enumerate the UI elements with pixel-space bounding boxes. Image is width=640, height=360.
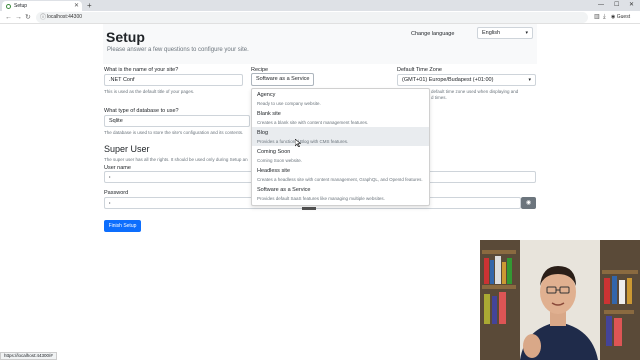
recipe-option-description: Provides a functional Blog with CMS feat… <box>257 139 349 144</box>
profile-button[interactable]: ◉ Guest <box>611 12 630 23</box>
recipe-option-name: Headless site <box>257 168 291 174</box>
superuser-help: The super user has all the rights. It sh… <box>104 157 248 162</box>
new-tab-icon[interactable]: + <box>87 0 92 11</box>
recipe-option-name: Blog <box>257 130 269 136</box>
browser-tab[interactable]: Setup ✕ <box>2 1 82 11</box>
chevron-down-icon: ▾ <box>528 77 531 83</box>
recipe-option-coming-soon[interactable]: Coming Soon Coming Soon website. <box>252 146 429 165</box>
show-password-button[interactable]: ◉ <box>521 197 536 209</box>
recipe-option-agency[interactable]: Agency Ready to use company website. <box>252 89 429 108</box>
recipe-option-saas[interactable]: Software as a Service Provides default S… <box>252 184 429 203</box>
recipe-option-description: Coming Soon website. <box>257 158 303 163</box>
language-label: Change language <box>411 31 455 37</box>
recipe-option-headless-site[interactable]: Headless site Creates a headless site wi… <box>252 165 429 184</box>
maximize-icon[interactable]: ☐ <box>614 0 619 11</box>
username-value: • <box>109 174 111 179</box>
page-title: Setup <box>106 29 145 45</box>
site-name-input[interactable]: .NET Conf <box>104 74 243 86</box>
minimize-icon[interactable]: — <box>598 0 604 11</box>
recipe-option-name: Blank site <box>257 111 281 117</box>
browser-toolbar: ← → ↻ localhost:44300 ⓘ ▥ ⤓ ◉ Guest <box>0 11 640 24</box>
address-bar[interactable]: localhost:44300 <box>36 12 588 23</box>
favicon-icon <box>6 4 11 9</box>
page-subtitle: Please answer a few questions to configu… <box>107 47 249 53</box>
recipe-option-name: Coming Soon <box>257 149 291 155</box>
database-label: What type of database to use? <box>104 108 179 114</box>
recipe-option-name: Software as a Service <box>257 187 311 193</box>
recipe-dropdown-button[interactable]: Software as a Service ▾ <box>251 73 314 93</box>
database-select[interactable]: Sqlite <box>104 115 250 127</box>
site-name-label: What is the name of your site? <box>104 67 179 73</box>
mouse-cursor-icon <box>295 139 301 147</box>
tab-title: Setup <box>14 3 28 9</box>
window-close-icon[interactable]: ✕ <box>629 0 634 11</box>
setup-header: Setup Please answer a few questions to c… <box>103 24 537 64</box>
browser-tab-strip: Setup ✕ + — ☐ ✕ <box>0 0 640 11</box>
password-value: • <box>109 200 111 205</box>
site-info-icon[interactable]: ⓘ <box>40 12 46 21</box>
recipe-option-description: Creates a headless site with content man… <box>257 177 423 182</box>
recipe-option-description: Provides default SaaS features like mana… <box>257 196 385 201</box>
database-help: The database is used to store the site's… <box>104 130 244 135</box>
sidebar-icon[interactable]: ▥ <box>594 12 600 23</box>
recipe-option-blog[interactable]: Blog Provides a functional Blog with CMS… <box>252 127 429 146</box>
recipe-value: Software as a Service <box>256 76 310 82</box>
timezone-help-cont: d times. <box>431 95 447 100</box>
recipe-dropdown-menu: Agency Ready to use company website. Bla… <box>251 88 430 206</box>
recipe-option-description: Creates a blank site with content manage… <box>257 120 369 125</box>
site-name-help: This is used as the default title of you… <box>104 89 195 94</box>
timezone-help: default time zone used when displaying a… <box>431 89 519 94</box>
url-text: localhost:44300 <box>47 14 83 20</box>
language-select[interactable]: English ▾ <box>477 27 533 39</box>
back-icon[interactable]: ← <box>5 12 12 23</box>
password-label: Password <box>104 190 129 196</box>
profile-avatar-icon: ◉ <box>611 14 616 20</box>
timezone-select[interactable]: (GMT+01) Europe/Budapest (+01:00) ▾ <box>397 74 536 86</box>
timezone-value: (GMT+01) Europe/Budapest (+01:00) <box>402 77 494 83</box>
finish-setup-button[interactable]: Finish Setup <box>104 220 141 232</box>
status-bar-url: https://localhost:44300/# <box>0 352 57 360</box>
eye-icon: ◉ <box>525 200 532 206</box>
superuser-title: Super User <box>104 144 150 154</box>
presenter-video <box>480 240 640 360</box>
site-name-value: .NET Conf <box>109 77 135 83</box>
forward-icon[interactable]: → <box>15 12 22 23</box>
profile-label: Guest <box>616 14 631 20</box>
database-value: Sqlite <box>109 118 123 124</box>
scroll-thumb[interactable] <box>302 207 316 210</box>
recipe-option-name: Agency <box>257 92 276 98</box>
reload-icon[interactable]: ↻ <box>25 12 31 23</box>
recipe-option-description: Ready to use company website. <box>257 101 321 106</box>
close-tab-icon[interactable]: ✕ <box>74 1 79 11</box>
recipe-option-blank-site[interactable]: Blank site Creates a blank site with con… <box>252 108 429 127</box>
webcam-overlay <box>480 240 640 360</box>
timezone-label: Default Time Zone <box>397 67 442 73</box>
download-icon[interactable]: ⤓ <box>603 12 606 23</box>
chevron-down-icon: ▾ <box>525 30 528 36</box>
language-value: English <box>482 30 501 36</box>
